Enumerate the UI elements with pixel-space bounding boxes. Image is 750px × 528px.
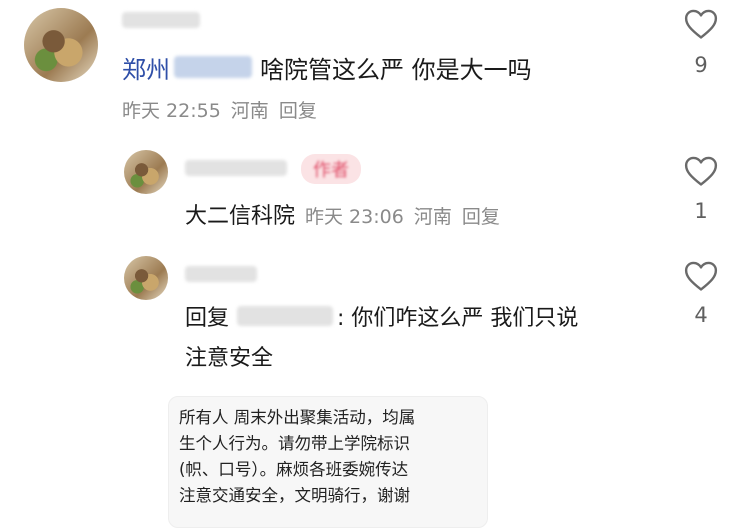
comment-text: 大二信科院 xyxy=(185,204,296,229)
mention-redacted[interactable] xyxy=(237,306,334,326)
heart-outline-icon xyxy=(684,156,718,186)
comment-text-line-1: 回复 : 你们咋这么严 我们只说 xyxy=(185,300,578,332)
avatar[interactable] xyxy=(124,150,168,194)
comment-row: 大二信科院 昨天 23:06 河南 回复 xyxy=(185,198,500,230)
comment-text-line-2: 注意安全 xyxy=(185,346,274,371)
comment-time: 昨天 22:55 xyxy=(122,100,221,122)
reply-button[interactable]: 回复 xyxy=(462,202,500,229)
mention-redacted[interactable] xyxy=(174,56,252,78)
like-count: 4 xyxy=(694,303,708,327)
reply-button[interactable]: 回复 xyxy=(279,96,317,123)
username-redacted[interactable] xyxy=(185,266,257,282)
username-redacted[interactable] xyxy=(185,160,287,176)
like-button[interactable] xyxy=(684,8,718,40)
reply-prefix: 回复 xyxy=(185,306,230,331)
mention-prefix[interactable]: 郑州 xyxy=(122,50,170,85)
avatar[interactable] xyxy=(124,256,168,300)
image-text-line: 生个人行为。请勿带上学院标识 xyxy=(179,434,410,453)
heart-outline-icon xyxy=(684,9,718,39)
image-text-line: 所有人 周末外出聚集活动，均属 xyxy=(179,408,416,427)
author-badge: 作者 xyxy=(301,154,361,184)
heart-outline-icon xyxy=(684,261,718,291)
comment-time: 昨天 23:06 xyxy=(305,206,404,228)
like-button[interactable] xyxy=(684,155,718,187)
comment-text-row: 郑州 啥院管这么严 你是大一吗 xyxy=(122,50,532,84)
username-redacted[interactable] xyxy=(122,12,200,28)
like-count: 1 xyxy=(694,199,708,223)
comment-text: 啥院管这么严 你是大一吗 xyxy=(260,55,532,84)
comment-region: 河南 xyxy=(413,206,452,228)
like-count: 9 xyxy=(694,53,708,77)
comment-region: 河南 xyxy=(230,100,269,122)
comment-text: : 你们咋这么严 我们只说 xyxy=(337,306,579,331)
comment-image[interactable]: 所有人 周末外出聚集活动，均属 生个人行为。请勿带上学院标识 (帜、口号）。麻烦… xyxy=(168,396,488,528)
avatar[interactable] xyxy=(24,8,98,82)
image-text-line: 注意交通安全，文明骑行，谢谢 xyxy=(179,486,410,505)
image-text-line: (帜、口号）。麻烦各班委婉传达 xyxy=(179,460,409,479)
comment-meta: 昨天 22:55 河南 回复 xyxy=(122,96,317,123)
like-button[interactable] xyxy=(684,260,718,292)
author-badge-label: 作者 xyxy=(313,160,349,181)
